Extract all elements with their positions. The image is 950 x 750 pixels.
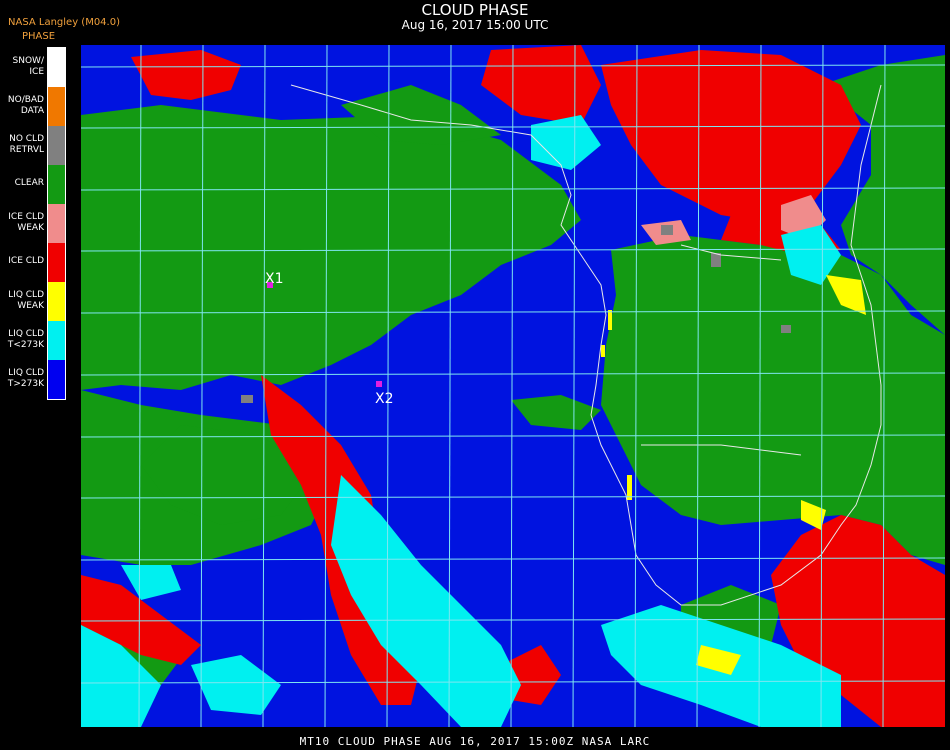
marker-x1-label: X1: [265, 271, 284, 287]
cloud-phase-map[interactable]: X1 X2: [81, 45, 945, 727]
marker-x1[interactable]: X1: [265, 271, 284, 288]
legend-label-liquid-cloud-warm: LIQ CLD T>273K: [7, 367, 44, 389]
legend-title: PHASE: [22, 31, 56, 42]
legend-label-ice-cloud: ICE CLD: [8, 256, 44, 266]
legend-swatch-liquid-cloud-weak: [48, 282, 65, 321]
legend-label-liquid-cloud-cold: LIQ CLD T<273K: [7, 328, 44, 350]
legend-swatch-ice-cloud-weak: [48, 204, 65, 243]
legend-colorbar: [47, 47, 66, 400]
legend-label-no-cloud-retrieval: NO CLD RETRVL: [9, 133, 44, 155]
legend-label-liquid-cloud-weak: LIQ CLD WEAK: [8, 289, 44, 311]
legend-swatch-snow-ice: [48, 48, 65, 87]
map-title: CLOUD PHASE: [421, 1, 529, 19]
map-canvas: X1 X2: [81, 45, 945, 727]
map-timestamp: Aug 16, 2017 15:00 UTC: [401, 18, 549, 32]
legend-label-ice-cloud-weak: ICE CLD WEAK: [8, 211, 44, 233]
product-label: NASA Langley (M04.0): [8, 17, 120, 28]
legend-label-clear: CLEAR: [14, 178, 44, 188]
legend-swatch-clear: [48, 165, 65, 204]
legend-swatch-ice-cloud: [48, 243, 65, 282]
footer-caption: MT10 CLOUD PHASE AUG 16, 2017 15:00Z NAS…: [299, 735, 651, 748]
marker-x2-point: [376, 381, 382, 387]
legend-swatch-liquid-cloud-cold: [48, 321, 65, 360]
legend-swatch-no-bad-data: [48, 87, 65, 126]
legend-label-no-bad-data: NO/BAD DATA: [7, 94, 44, 116]
marker-x2-label: X2: [375, 391, 394, 407]
legend-labels: SNOW/ ICE NO/BAD DATA NO CLD RETRVL CLEA…: [0, 47, 44, 398]
legend-label-snow-ice: SNOW/ ICE: [12, 55, 44, 77]
legend-swatch-liquid-cloud-warm: [48, 360, 65, 399]
legend-swatch-no-cloud-retrieval: [48, 126, 65, 165]
